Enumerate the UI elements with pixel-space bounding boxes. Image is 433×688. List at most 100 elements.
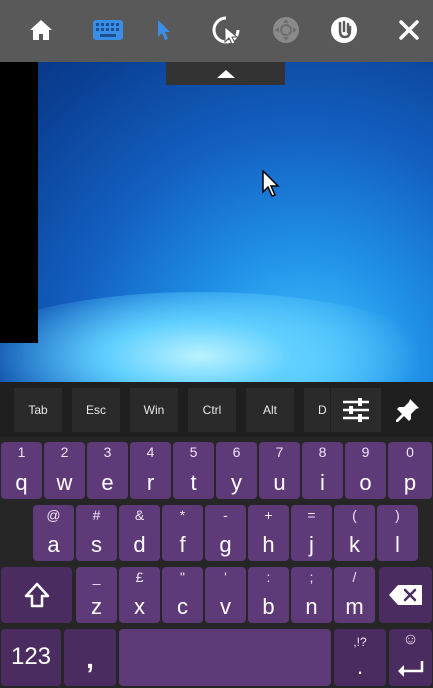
key-label: g	[219, 532, 232, 557]
key-sub-label: -	[223, 507, 228, 523]
key-label: .	[356, 654, 364, 679]
key-sub-label: @	[46, 507, 61, 523]
backspace-key[interactable]	[379, 567, 432, 623]
pointer-mode-button[interactable]	[140, 8, 188, 52]
key-sub-label: 0	[406, 444, 414, 460]
alt-key[interactable]: Alt	[246, 388, 294, 432]
key-label: s	[91, 532, 102, 557]
key-sub-label: ;	[309, 569, 314, 585]
dpad-button[interactable]	[262, 8, 310, 52]
key-k[interactable]: (k	[334, 505, 375, 561]
modifier-keys-row: Tab Esc Win Ctrl Alt D	[0, 382, 433, 437]
collapse-toolbar-tab[interactable]	[166, 62, 285, 85]
ctrl-key[interactable]: Ctrl	[188, 388, 236, 432]
key-sub-label: :	[266, 569, 271, 585]
key-sub-label: "	[180, 569, 185, 585]
key-sub-label: (	[352, 507, 357, 523]
key-sub-label: 3	[103, 444, 112, 460]
win-key[interactable]: Win	[130, 388, 178, 432]
key-f[interactable]: * f	[162, 505, 203, 561]
space-key[interactable]	[119, 629, 331, 686]
pin-icon	[396, 399, 419, 422]
key-label: t	[190, 470, 197, 495]
numbers-key[interactable]: 123	[1, 629, 61, 686]
remote-mouse-cursor	[262, 169, 280, 203]
key-z[interactable]: _ z	[76, 567, 117, 623]
key-sub-label: 4	[146, 444, 155, 460]
dpad-icon	[273, 17, 299, 43]
period-key[interactable]: ,!? .	[334, 629, 386, 686]
key-sub-label: /	[352, 569, 357, 585]
key-label: j	[309, 532, 314, 557]
key-w[interactable]: 2w	[44, 442, 85, 499]
key-l[interactable]: ) l	[377, 505, 418, 561]
key-label: m	[345, 594, 364, 619]
key-p[interactable]: 0p	[388, 442, 432, 499]
key-sub-label: #	[92, 507, 101, 523]
keyboard-toggle-button[interactable]	[84, 8, 132, 52]
shift-key[interactable]	[1, 567, 72, 623]
key-label: v	[220, 594, 231, 619]
sliders-icon	[343, 398, 369, 422]
key-e[interactable]: 3e	[87, 442, 128, 499]
key-y[interactable]: 6y	[216, 442, 257, 499]
key-label: l	[395, 532, 400, 557]
close-icon	[399, 20, 419, 40]
d-key[interactable]: D	[304, 388, 330, 432]
key-s[interactable]: # s	[76, 505, 117, 561]
emoji-icon: ☺	[402, 631, 419, 648]
pointer-icon	[158, 20, 170, 40]
comma-key[interactable]: ,	[64, 629, 116, 686]
key-label: n	[305, 594, 318, 619]
key-sub-label: _	[92, 569, 101, 585]
key-sub-label: )	[395, 507, 400, 523]
key-t[interactable]: 5t	[173, 442, 214, 499]
key-v[interactable]: ' v	[205, 567, 246, 623]
settings-button[interactable]	[331, 388, 381, 432]
key-label: o	[359, 470, 372, 495]
key-j[interactable]: = j	[291, 505, 332, 561]
key-o[interactable]: 9o	[345, 442, 386, 499]
key-label: d	[133, 532, 146, 557]
home-icon	[30, 20, 52, 40]
key-h[interactable]: + h	[248, 505, 289, 561]
tab-key[interactable]: Tab	[14, 388, 62, 432]
key-b[interactable]: :b	[248, 567, 289, 623]
key-m[interactable]: / m	[334, 567, 375, 623]
esc-key[interactable]: Esc	[72, 388, 120, 432]
enter-key[interactable]: ☺	[389, 629, 432, 686]
home-button[interactable]	[17, 8, 65, 52]
key-sub-label: £	[135, 569, 144, 585]
key-label: e	[101, 470, 114, 495]
key-g[interactable]: -g	[205, 505, 246, 561]
key-i[interactable]: 8i	[302, 442, 343, 499]
chevron-up-icon	[216, 69, 235, 78]
power-button[interactable]	[320, 8, 368, 52]
key-c[interactable]: " c	[162, 567, 203, 623]
key-q[interactable]: 1q	[1, 442, 42, 499]
key-d[interactable]: & d	[119, 505, 160, 561]
key-x[interactable]: £ x	[119, 567, 160, 623]
touch-cursor-icon	[212, 16, 240, 45]
power-icon	[331, 17, 357, 43]
touch-cursor-button[interactable]	[202, 8, 250, 52]
close-button[interactable]	[385, 8, 433, 52]
key-label: r	[146, 470, 155, 495]
key-n[interactable]: ; n	[291, 567, 332, 623]
key-sub-label: 8	[318, 444, 327, 460]
key-label: p	[403, 470, 417, 495]
key-sub-label: =	[307, 507, 316, 523]
key-sub-label: 1	[17, 444, 26, 460]
key-label: y	[231, 470, 242, 495]
key-a[interactable]: @ a	[33, 505, 74, 561]
remote-desktop-view[interactable]	[0, 62, 433, 382]
shift-icon	[24, 582, 49, 608]
key-sub-label: 9	[361, 444, 370, 460]
key-label: u	[273, 470, 286, 495]
key-sub-label: 6	[232, 444, 241, 460]
key-r[interactable]: 4r	[130, 442, 171, 499]
key-label: k	[349, 532, 360, 557]
pin-button[interactable]	[383, 388, 433, 432]
key-label: c	[177, 594, 188, 619]
key-u[interactable]: 7u	[259, 442, 300, 499]
